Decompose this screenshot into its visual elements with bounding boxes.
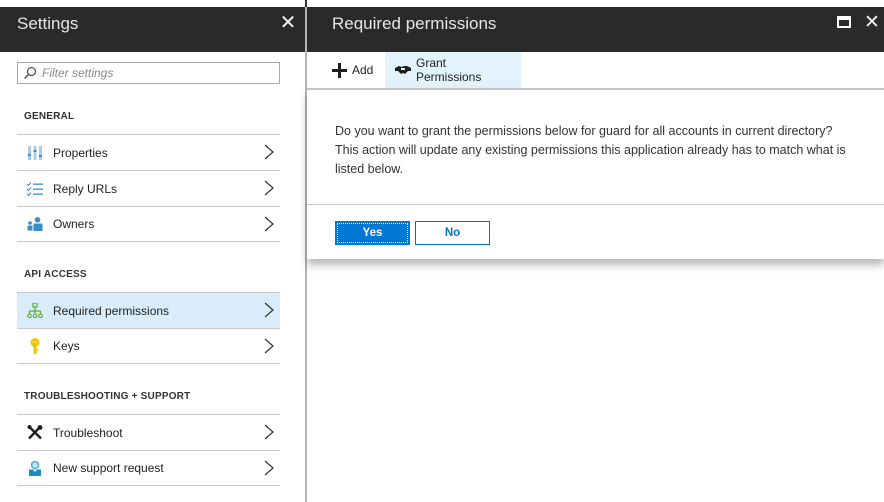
no-button[interactable]: No [415, 221, 490, 245]
menu-item-new-support-request[interactable]: New support request [17, 450, 280, 486]
dialog-separator [307, 204, 884, 205]
menu-item-keys[interactable]: Keys [17, 328, 280, 364]
menu-item-owners[interactable]: Owners [17, 206, 280, 242]
properties-sliders-icon [26, 144, 44, 162]
menu-item-label: Owners [53, 217, 95, 231]
chevron-right-icon [264, 144, 274, 160]
menu-item-troubleshoot[interactable]: Troubleshoot [17, 414, 280, 450]
menu-item-properties[interactable]: Properties [17, 134, 280, 170]
menu-general: Properties Reply URLs Owners [17, 134, 280, 242]
menu-troubleshooting-support: Troubleshoot New support request [17, 414, 280, 486]
chevron-right-icon [264, 180, 274, 196]
add-button[interactable]: Add [324, 52, 381, 88]
section-title-api-access: API ACCESS [24, 269, 87, 280]
required-permissions-blade: Required permissions ✕ Add Grant Permiss… [307, 0, 884, 502]
filter-settings-field[interactable] [17, 62, 280, 84]
grant-permissions-button[interactable]: Grant Permissions [385, 52, 521, 88]
support-person-icon [26, 459, 44, 477]
yes-button[interactable]: Yes [335, 221, 410, 245]
confirmation-message: Do you want to grant the permissions bel… [335, 124, 846, 176]
section-title-general: GENERAL [24, 111, 75, 122]
menu-item-label: Required permissions [53, 303, 170, 318]
menu-api-access: Required permissions Keys [17, 292, 280, 364]
chevron-right-icon [264, 216, 274, 232]
menu-item-label: Properties [53, 145, 108, 160]
close-icon[interactable]: ✕ [863, 12, 881, 34]
command-bar: Add Grant Permissions [307, 52, 884, 88]
menu-item-reply-urls[interactable]: Reply URLs [17, 170, 280, 206]
required-permissions-header: Required permissions ✕ [307, 7, 884, 52]
hierarchy-icon [26, 302, 44, 320]
settings-blade-header: Settings ✕ [0, 7, 305, 52]
handshake-icon [395, 65, 411, 75]
settings-blade: Settings ✕ GENERAL Properties [0, 0, 305, 502]
wrench-screwdriver-icon [26, 424, 44, 442]
owners-users-icon [26, 215, 44, 233]
checklist-icon [26, 180, 44, 198]
search-icon [23, 66, 37, 80]
chevron-right-icon [264, 338, 274, 354]
chevron-right-icon [264, 302, 274, 318]
menu-item-label: Reply URLs [53, 181, 118, 196]
key-icon [26, 337, 44, 355]
plus-icon [332, 62, 347, 78]
chevron-right-icon [264, 424, 274, 440]
maximize-icon[interactable] [837, 16, 851, 28]
chevron-right-icon [264, 460, 274, 476]
close-icon[interactable]: ✕ [279, 12, 297, 34]
filter-settings-input[interactable] [42, 63, 276, 83]
menu-item-label: Keys [53, 339, 80, 353]
grant-permissions-label: Grant Permissions [416, 56, 482, 84]
add-button-label: Add [352, 63, 374, 77]
grant-permissions-confirmation-dialog: Do you want to grant the permissions bel… [307, 88, 884, 259]
menu-item-label: Troubleshoot [53, 425, 123, 440]
menu-item-label: New support request [53, 461, 164, 475]
menu-item-required-permissions[interactable]: Required permissions [17, 292, 280, 328]
settings-blade-title: Settings [17, 14, 79, 33]
required-permissions-title: Required permissions [332, 14, 497, 33]
section-title-troubleshooting-support: TROUBLESHOOTING + SUPPORT [24, 391, 191, 402]
